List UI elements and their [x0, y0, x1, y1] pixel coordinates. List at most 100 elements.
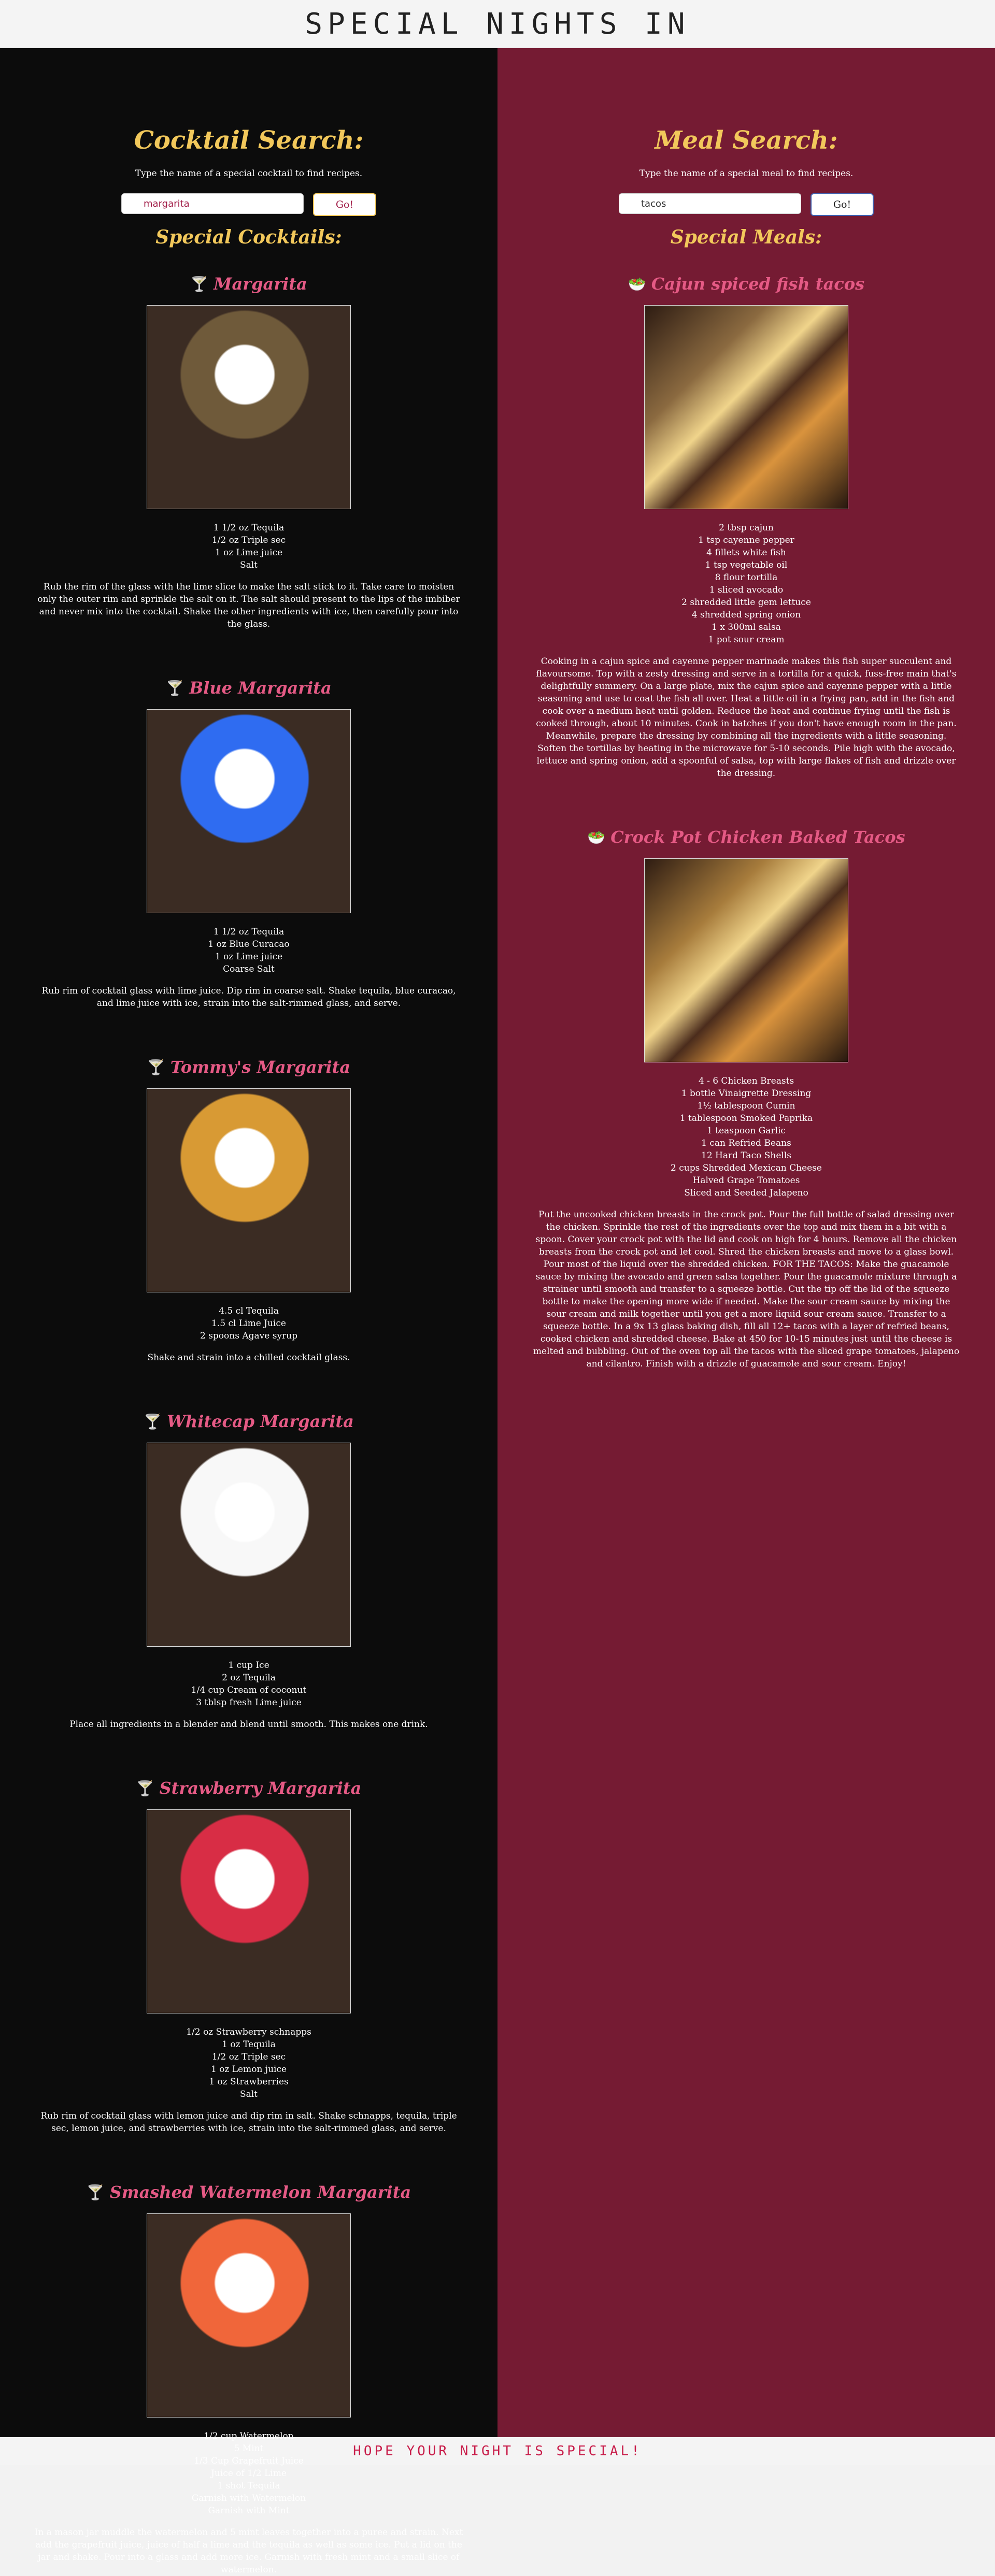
cocktail-search-title: Cocktail Search: — [134, 126, 364, 155]
cocktail-title-text: Margarita — [214, 274, 307, 294]
meal-ingredient: 4 shredded spring onion — [691, 610, 801, 620]
cocktail-search-subtitle: Type the name of a special cocktail to f… — [135, 168, 363, 179]
meal-ingredient: 1 x 300ml salsa — [712, 622, 781, 632]
cocktail-ingredients-list: 1 1/2 oz Tequila 1 oz Blue Curacao 1 oz Li… — [31, 926, 466, 975]
meal-ingredient: 1 pot sour cream — [708, 635, 785, 645]
cocktail-glass-icon: 🍸 — [136, 1779, 154, 1797]
cocktail-ingredient: 4.5 cl Tequila — [219, 1306, 279, 1316]
meal-ingredient: Halved Grape Tomatoes — [692, 1175, 800, 1186]
cocktail-photo — [147, 1088, 351, 1292]
meal-ingredient: 1½ tablespoon Cumin — [697, 1101, 795, 1111]
cocktail-ingredient: 1 cup Ice — [228, 1660, 269, 1671]
meal-card: 🥗 Crock Pot Chicken Baked Tacos 4 - 6 Chic… — [529, 827, 964, 1370]
meal-photo — [644, 305, 848, 509]
cocktail-title[interactable]: 🍸 Smashed Watermelon Margarita — [31, 2182, 466, 2202]
cocktail-ingredient: 1.5 cl Lime Juice — [211, 1318, 286, 1329]
meal-ingredient: 1 tsp cayenne pepper — [698, 535, 794, 545]
meal-ingredient: 2 cups Shredded Mexican Cheese — [671, 1163, 822, 1173]
meal-search-input[interactable] — [619, 193, 801, 214]
cocktail-ingredient: 1 oz Lime juice — [215, 548, 283, 558]
meal-title-text: Cajun spiced fish tacos — [651, 274, 865, 294]
food-bowl-icon: 🥗 — [587, 828, 606, 846]
meal-ingredient: 1 tsp vegetable oil — [705, 560, 788, 570]
cocktail-ingredient: 1 oz Strawberries — [209, 2077, 289, 2087]
cocktail-description: Rub rim of cocktail glass with lime juic… — [41, 986, 456, 1009]
cocktail-title-text: Blue Margarita — [189, 678, 332, 698]
meal-ingredient: 2 shredded little gem lettuce — [681, 597, 811, 608]
cocktail-ingredient: 1/2 cup Watermelon — [204, 2431, 294, 2441]
cocktail-photo — [147, 305, 351, 509]
cocktail-ingredient: 1 oz Tequila — [222, 2039, 276, 2050]
cocktail-search-form: Go! — [31, 193, 466, 216]
cocktail-ingredient: 2 spoons Agave syrup — [200, 1331, 298, 1341]
meal-title[interactable]: 🥗 Cajun spiced fish tacos — [529, 274, 964, 294]
meal-ingredient: 1 bottle Vinaigrette Dressing — [681, 1088, 812, 1099]
meal-title[interactable]: 🥗 Crock Pot Chicken Baked Tacos — [529, 827, 964, 847]
cocktail-photo — [147, 2213, 351, 2417]
meal-ingredient: 1 teaspoon Garlic — [707, 1126, 786, 1136]
cocktail-ingredient: 1 1/2 oz Tequila — [213, 927, 285, 937]
cocktail-glass-icon: 🍸 — [86, 2183, 105, 2201]
cocktail-title[interactable]: 🍸 Strawberry Margarita — [31, 1778, 466, 1798]
cocktail-column: Cocktail Search: Type the name of a spec… — [0, 48, 497, 2575]
meal-ingredient: Sliced and Seeded Jalapeno — [684, 1188, 808, 1198]
cocktail-card: 🍸 Smashed Watermelon Margarita 1/2 cup Wat… — [31, 2182, 466, 2576]
meal-column: Meal Search: Type the name of a special … — [497, 48, 995, 2437]
meal-title-text: Crock Pot Chicken Baked Tacos — [610, 827, 905, 847]
meal-card: 🥗 Cajun spiced fish tacos 2 tbsp cajun 1 ts… — [529, 274, 964, 780]
cocktail-glass-icon: 🍸 — [144, 1413, 162, 1430]
cocktail-description: Rub the rim of the glass with the lime s… — [37, 582, 460, 629]
cocktail-ingredient: Juice of 1/2 Lime — [211, 2468, 287, 2479]
cocktail-ingredient: 1/4 cup Cream of coconut — [191, 1685, 307, 1695]
meal-ingredient: 4 - 6 Chicken Breasts — [698, 1076, 794, 1086]
cocktail-ingredient: 1/2 oz Triple sec — [211, 535, 286, 545]
meal-ingredient: 8 flour tortilla — [715, 572, 778, 583]
cocktail-ingredients-list: 1 1/2 oz Tequila 1/2 oz Triple sec 1 oz Li… — [31, 522, 466, 571]
meal-list: 🥗 Cajun spiced fish tacos 2 tbsp cajun 1 ts… — [529, 274, 964, 1370]
cocktail-ingredient: 2 oz Tequila — [222, 1673, 276, 1683]
footer-text: HOPE YOUR NIGHT IS SPECIAL! — [353, 2443, 642, 2459]
cocktail-ingredient: Salt — [239, 2089, 258, 2099]
cocktail-ingredients-list: 4.5 cl Tequila 1.5 cl Lime Juice 2 spoons … — [31, 1305, 466, 1342]
meal-ingredient: 4 fillets white fish — [706, 548, 786, 558]
cocktail-ingredient: 1 shot Tequila — [217, 2481, 280, 2491]
cocktail-glass-icon: 🍸 — [147, 1058, 165, 1076]
cocktail-ingredients-list: 1/2 oz Strawberry schnapps 1 oz Tequila 1/… — [31, 2026, 466, 2100]
cocktail-ingredient: 1 oz Blue Curacao — [208, 939, 290, 949]
cocktail-ingredient: Garnish with Watermelon — [191, 2493, 306, 2503]
meal-ingredient: 1 tablespoon Smoked Paprika — [679, 1113, 813, 1124]
cocktail-title[interactable]: 🍸 Margarita — [31, 274, 466, 294]
cocktail-description: Shake and strain into a chilled cocktail… — [147, 1352, 350, 1363]
cocktail-ingredient: 1 oz Lemon juice — [210, 2064, 287, 2075]
cocktail-search-input[interactable] — [121, 193, 304, 214]
cocktail-title-text: Whitecap Margarita — [166, 1412, 354, 1431]
cocktail-description: Place all ingredients in a blender and b… — [69, 1719, 428, 1730]
cocktail-card: 🍸 Blue Margarita 1 1/2 oz Tequila 1 oz Blue… — [31, 678, 466, 1010]
cocktail-glass-icon: 🍸 — [166, 679, 184, 697]
cocktail-glass-icon: 🍸 — [190, 275, 209, 293]
cocktail-search-button[interactable]: Go! — [313, 193, 376, 216]
cocktail-title-text: Strawberry Margarita — [159, 1778, 362, 1798]
cocktail-ingredients-list: 1 cup Ice 2 oz Tequila 1/4 cup Cream of co… — [31, 1659, 466, 1709]
meal-ingredients-list: 2 tbsp cajun 1 tsp cayenne pepper 4 fillet… — [529, 522, 964, 646]
site-title: SPECIAL NIGHTS IN — [305, 7, 690, 41]
meal-search-subtitle: Type the name of a special meal to find … — [639, 168, 854, 179]
cocktail-ingredient: 1/2 oz Triple sec — [211, 2052, 286, 2062]
cocktail-title-text: Smashed Watermelon Margarita — [109, 2182, 411, 2202]
meal-ingredient: 2 tbsp cajun — [719, 523, 774, 533]
cocktail-photo — [147, 1809, 351, 2013]
cocktail-card: 🍸 Tommy's Margarita 4.5 cl Tequila 1.5 cl L… — [31, 1057, 466, 1364]
meal-search-button[interactable]: Go! — [811, 193, 874, 216]
cocktail-ingredient: 1 1/2 oz Tequila — [213, 523, 285, 533]
cocktail-ingredient: Coarse Salt — [223, 964, 275, 974]
meal-photo — [644, 858, 848, 1062]
cocktail-ingredient: Salt — [239, 560, 258, 570]
meal-search-title: Meal Search: — [655, 126, 838, 155]
meal-ingredient: 1 sliced avocado — [709, 585, 784, 595]
cocktail-title[interactable]: 🍸 Whitecap Margarita — [31, 1412, 466, 1431]
cocktail-list: 🍸 Margarita 1 1/2 oz Tequila 1/2 oz Triple … — [31, 274, 466, 2576]
cocktail-description: In a mason jar muddle the watermelon and… — [34, 2527, 463, 2575]
cocktail-title[interactable]: 🍸 Tommy's Margarita — [31, 1057, 466, 1077]
meal-description: Cooking in a cajun spice and cayenne pep… — [536, 656, 957, 779]
cocktail-title[interactable]: 🍸 Blue Margarita — [31, 678, 466, 698]
